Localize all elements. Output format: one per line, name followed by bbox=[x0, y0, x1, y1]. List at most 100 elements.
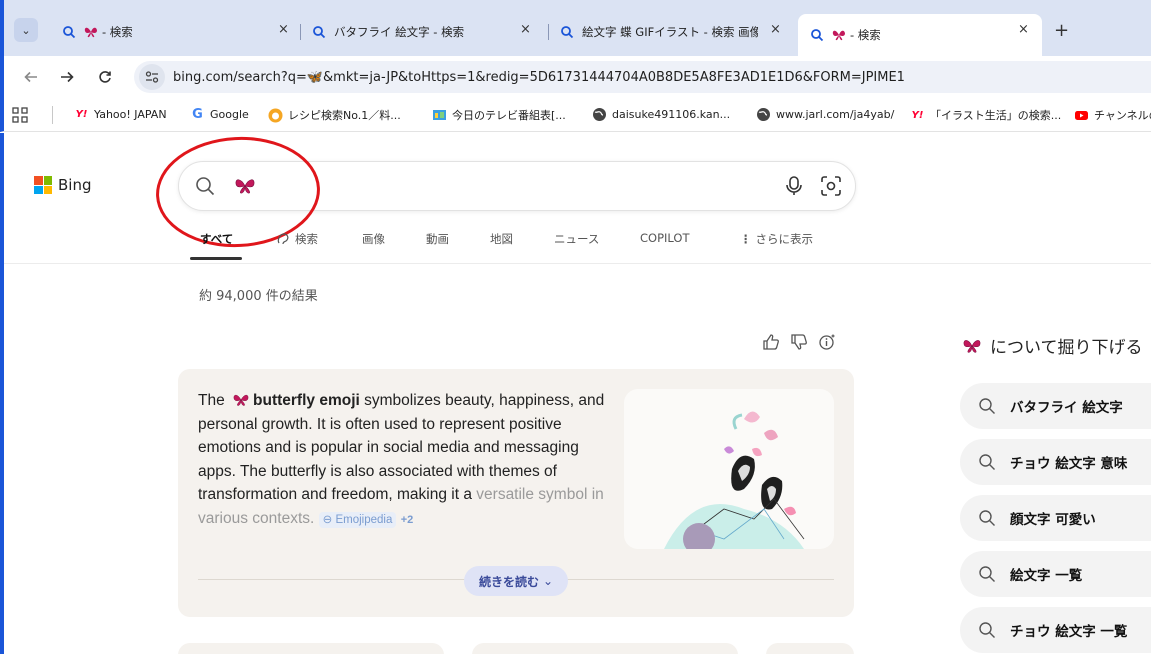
related-search-item[interactable]: 絵文字 一覧 bbox=[960, 551, 1151, 597]
youtube-icon bbox=[1075, 110, 1088, 120]
related-search-item[interactable]: 顔文字 可愛い bbox=[960, 495, 1151, 541]
tab-copilot[interactable]: COPILOT bbox=[640, 231, 689, 245]
butterfly-art-icon bbox=[664, 411, 805, 549]
tab-more[interactable]: ⋮ さらに表示 bbox=[740, 231, 813, 247]
bookmark-jarl[interactable]: www.jarl.com/ja4yab/ bbox=[756, 107, 894, 122]
bookmark-label: 今日のテレビ番組表[... bbox=[452, 109, 566, 122]
bookmark-label: レシピ検索No.1／料... bbox=[288, 109, 401, 122]
bookmark-youtube[interactable]: チャンネルの bbox=[1074, 107, 1151, 123]
bookmark-label: daisuke491106.kan... bbox=[612, 108, 731, 121]
search-icon bbox=[313, 26, 326, 39]
tab-4-active[interactable]: - 検索 × bbox=[798, 14, 1042, 56]
tab-videos[interactable]: 動画 bbox=[426, 231, 449, 247]
browser-toolbar: bing.com/search?q=🦋&mkt=ja-JP&toHttps=1&… bbox=[0, 56, 1151, 98]
related-title: について掘り下げる bbox=[962, 333, 1143, 358]
bookmark-google[interactable]: G Google bbox=[190, 107, 249, 122]
tab-label: さらに表示 bbox=[755, 232, 814, 246]
bing-logo-icon bbox=[34, 176, 52, 194]
microphone-icon[interactable] bbox=[783, 174, 805, 198]
search-icon bbox=[811, 29, 824, 42]
site-info-icon[interactable] bbox=[139, 64, 165, 90]
thumbs-down-icon[interactable] bbox=[790, 333, 808, 351]
arrow-right-icon bbox=[61, 71, 74, 83]
arrow-left-icon bbox=[24, 71, 37, 83]
related-search-label: 絵文字 一覧 bbox=[1010, 568, 1083, 584]
tab-1[interactable]: - 検索 × bbox=[62, 18, 302, 46]
tab-strip: ⌄ - 検索 × バタフライ 絵文字 - 検索 × 絵文字 蝶 GIFイラスト … bbox=[0, 0, 1151, 56]
active-tab-underline bbox=[190, 257, 242, 260]
related-search-label: 顔文字 可愛い bbox=[1010, 512, 1096, 528]
tab-maps[interactable]: 地図 bbox=[490, 231, 513, 247]
bookmark-daisuke[interactable]: daisuke491106.kan... bbox=[592, 107, 730, 122]
chevron-down-icon: ⌄ bbox=[542, 574, 554, 588]
reload-button[interactable] bbox=[94, 66, 116, 88]
related-search-item[interactable]: チョウ 絵文字 意味 bbox=[960, 439, 1151, 485]
search-icon bbox=[561, 26, 574, 39]
more-citations[interactable]: +2 bbox=[401, 514, 414, 526]
chef-icon bbox=[268, 108, 283, 122]
link-icon: ⊖ bbox=[322, 513, 336, 526]
related-search-label: チョウ 絵文字 一覧 bbox=[1010, 624, 1128, 640]
related-search-item[interactable]: バタフライ 絵文字 bbox=[960, 383, 1151, 429]
search-icon bbox=[979, 622, 995, 638]
copilot-icon bbox=[277, 233, 289, 245]
bookmark-label: Yahoo! JAPAN bbox=[94, 108, 167, 121]
related-search-item[interactable]: チョウ 絵文字 一覧 bbox=[960, 607, 1151, 653]
forward-button[interactable] bbox=[56, 66, 78, 88]
bing-logo[interactable]: Bing bbox=[34, 176, 92, 194]
bookmark-illust[interactable]: Y! 「イラスト生活」の検索... bbox=[910, 107, 1062, 123]
tab-images[interactable]: 画像 bbox=[362, 231, 385, 247]
yahoo-icon: Y! bbox=[75, 109, 88, 120]
tab-copilot-search[interactable]: 検索 bbox=[276, 231, 318, 247]
search-icon bbox=[979, 510, 995, 526]
tab-news[interactable]: ニュース bbox=[554, 231, 599, 247]
tab-search-menu-button[interactable]: ⌄ bbox=[14, 18, 38, 42]
tab-3[interactable]: 絵文字 蝶 GIFイラスト - 検索 画像 × bbox=[560, 18, 790, 46]
answer-text: The butterfly emoji symbolizes beauty, h… bbox=[198, 389, 616, 532]
read-more-label: 続きを読む bbox=[478, 574, 539, 589]
bookmark-label: 「イラスト生活」の検索... bbox=[930, 109, 1062, 122]
read-more-button[interactable]: 続きを読む ⌄ bbox=[464, 566, 568, 596]
bing-results-page: Bing すべて 検索 画像 動画 地図 ニュース COPILOT ⋮ さらに表… bbox=[0, 133, 1151, 654]
close-tab-icon[interactable]: × bbox=[770, 22, 784, 37]
info-sparkle-icon[interactable] bbox=[818, 333, 836, 351]
bookmark-tv[interactable]: 今日のテレビ番組表[... bbox=[432, 107, 566, 123]
result-card[interactable] bbox=[472, 643, 738, 654]
new-tab-button[interactable]: + bbox=[1054, 20, 1069, 41]
apps-grid-icon[interactable] bbox=[12, 107, 28, 123]
back-button[interactable] bbox=[20, 66, 42, 88]
header-divider bbox=[4, 263, 1151, 264]
search-icon bbox=[63, 26, 76, 39]
butterfly-illustration[interactable] bbox=[624, 389, 834, 549]
address-bar[interactable]: bing.com/search?q=🦋&mkt=ja-JP&toHttps=1&… bbox=[134, 61, 1151, 93]
thumbs-up-icon[interactable] bbox=[762, 333, 780, 351]
url-text: bing.com/search?q=🦋&mkt=ja-JP&toHttps=1&… bbox=[173, 69, 905, 85]
result-card[interactable] bbox=[178, 643, 444, 654]
tab-2[interactable]: バタフライ 絵文字 - 検索 × bbox=[312, 18, 542, 46]
reload-icon bbox=[99, 71, 111, 83]
tab-all[interactable]: すべて bbox=[200, 231, 233, 247]
tab-title: - 検索 bbox=[102, 25, 133, 39]
butterfly-emoji-icon bbox=[233, 394, 249, 406]
visual-search-icon[interactable] bbox=[819, 174, 843, 198]
butterfly-icon bbox=[84, 27, 97, 38]
close-tab-icon[interactable]: × bbox=[278, 22, 296, 37]
globe-icon bbox=[757, 108, 770, 121]
related-title-text: について掘り下げる bbox=[990, 338, 1143, 358]
bookmarks-bar: Y! Yahoo! JAPAN G Google レシピ検索No.1／料... … bbox=[0, 98, 1151, 132]
tab-label: 検索 bbox=[295, 232, 318, 246]
bookmark-recipe[interactable]: レシピ検索No.1／料... bbox=[268, 107, 401, 123]
butterfly-icon bbox=[832, 30, 845, 41]
answer-keyword: butterfly emoji bbox=[253, 392, 360, 409]
search-icon bbox=[979, 566, 995, 582]
bookmark-label: チャンネルの bbox=[1094, 109, 1151, 122]
related-search-label: チョウ 絵文字 意味 bbox=[1010, 456, 1128, 472]
tab-title: バタフライ 絵文字 - 検索 bbox=[334, 25, 465, 39]
result-card[interactable] bbox=[766, 643, 854, 654]
citation-emojipedia[interactable]: ⊖ Emojipedia bbox=[318, 511, 397, 528]
bookmark-separator bbox=[52, 106, 53, 124]
close-tab-icon[interactable]: × bbox=[520, 22, 536, 37]
bookmark-yahoo[interactable]: Y! Yahoo! JAPAN bbox=[74, 107, 167, 122]
close-tab-icon[interactable]: × bbox=[1018, 22, 1036, 37]
tab-separator bbox=[300, 24, 301, 40]
